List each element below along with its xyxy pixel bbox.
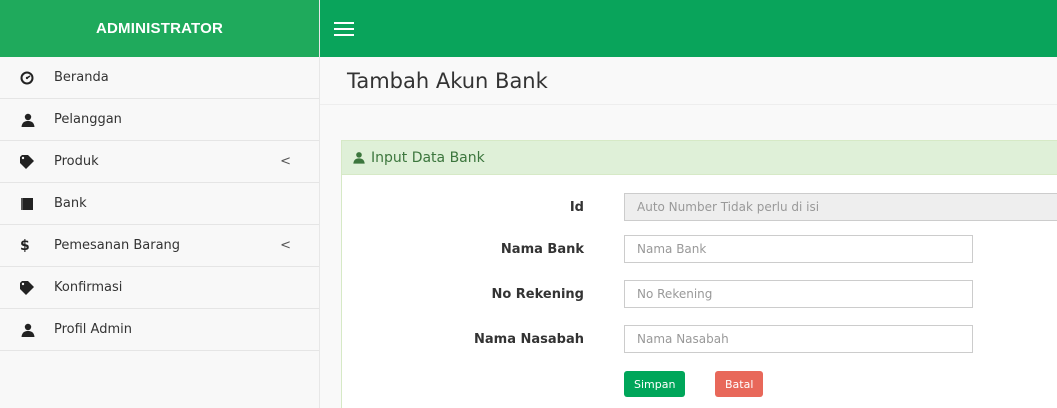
tag-icon [20,280,42,295]
tag-icon [20,154,42,169]
sidebar-item-label: Bank [54,196,87,211]
hamburger-menu-icon[interactable] [334,21,354,36]
brand-text: ADMINISTRATOR [95,20,224,37]
no-rekening-input[interactable] [624,280,973,308]
sidebar: ADMINISTRATOR Beranda Pelanggan Produk < [0,0,320,408]
user-icon [20,323,42,337]
dashboard-icon [20,71,42,85]
nama-nasabah-input[interactable] [624,325,973,353]
dollar-icon: $ [20,237,30,254]
chevron-left-icon[interactable]: < [280,154,291,169]
nama-nasabah-label: Nama Nasabah [474,331,584,347]
sidebar-item-pemesanan-barang[interactable]: $ Pemesanan Barang < [0,225,319,267]
save-button[interactable]: Simpan [624,371,686,397]
user-icon [352,151,366,164]
form-row-nama-bank: Nama Bank [342,234,1057,264]
sidebar-item-label: Produk [54,154,99,169]
user-icon [20,113,42,127]
sidebar-item-pelanggan[interactable]: Pelanggan [0,99,319,141]
sidebar-item-label: Beranda [54,70,109,85]
sidebar-item-label: Pemesanan Barang [54,238,181,253]
brand-logo[interactable]: ADMINISTRATOR [0,0,319,57]
panel-heading: Input Data Bank [342,141,1057,175]
top-navbar [320,0,1057,57]
sidebar-item-label: Profil Admin [54,322,132,337]
input-panel: Input Data Bank Id Nama Bank No Rekening… [341,140,1057,408]
nama-bank-label: Nama Bank [500,241,584,257]
panel-title: Input Data Bank [371,149,485,166]
cancel-button[interactable]: Batal [715,371,764,397]
sidebar-item-profil-admin[interactable]: Profil Admin [0,309,319,351]
id-field[interactable] [624,193,1057,221]
nama-bank-input[interactable] [624,235,973,263]
sidebar-item-bank[interactable]: Bank [0,183,319,225]
book-icon [20,197,42,211]
sidebar-menu: Beranda Pelanggan Produk < Bank $ Pemesa… [0,57,319,351]
page-title: Tambah Akun Bank [347,68,548,93]
form-row-no-rekening: No Rekening [342,279,1057,309]
id-label: Id [569,199,584,215]
sidebar-item-label: Konfirmasi [54,280,123,295]
sidebar-item-konfirmasi[interactable]: Konfirmasi [0,267,319,309]
sidebar-item-label: Pelanggan [54,112,122,127]
no-rekening-label: No Rekening [491,286,584,302]
form-row-id: Id [342,192,1057,222]
form-row-nama-nasabah: Nama Nasabah [342,324,1057,354]
page-header: Tambah Akun Bank [320,57,1057,105]
chevron-left-icon[interactable]: < [280,238,291,253]
sidebar-item-beranda[interactable]: Beranda [0,57,319,99]
sidebar-item-produk[interactable]: Produk < [0,141,319,183]
